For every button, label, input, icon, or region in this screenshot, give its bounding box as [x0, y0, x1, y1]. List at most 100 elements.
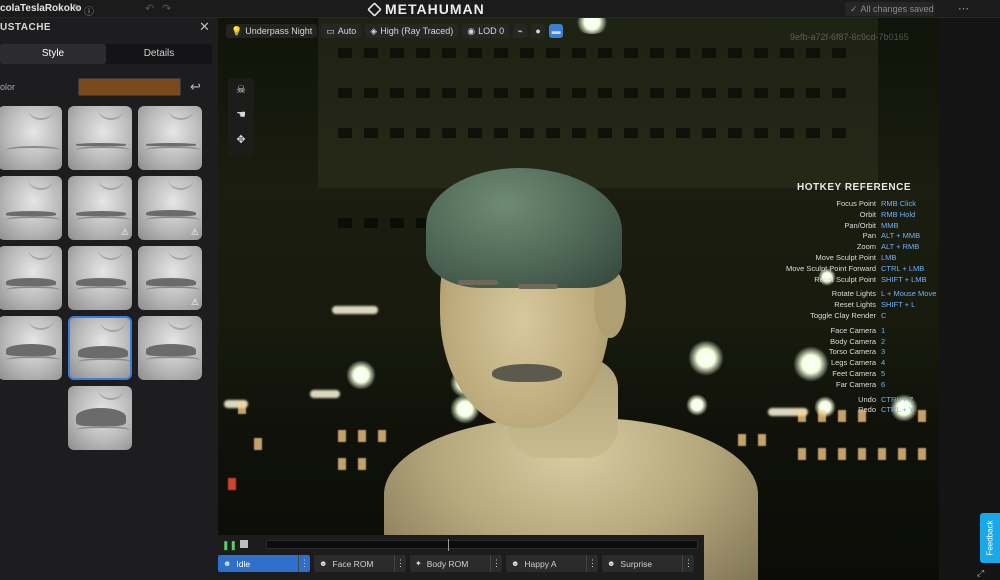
red-light — [228, 478, 236, 490]
quality-dropdown[interactable]: ◈ High (Ray Traced) — [365, 24, 459, 38]
info-icon[interactable]: ⓘ — [84, 3, 94, 18]
hotkey-key: 4 — [881, 358, 886, 368]
thumbnail-lip — [76, 146, 130, 154]
thumbnail-mustache — [146, 143, 196, 146]
hotkey-key: CTRL + Z — [881, 394, 914, 404]
animation-button[interactable]: ☻ Face ROM ⋮ — [314, 555, 406, 572]
tab-style[interactable]: Style — [0, 44, 106, 64]
mustache-style-thumbnail[interactable]: ⚠ — [138, 246, 202, 310]
hotkey-action: Far Camera — [835, 379, 876, 389]
timeline-scrubber[interactable] — [266, 539, 698, 551]
mustache-style-thumbnail[interactable] — [0, 316, 62, 380]
animation-button[interactable]: ✦ Body ROM ⋮ — [410, 555, 502, 572]
metahuman-logo: METAHUMAN — [367, 1, 485, 17]
hotkey-key: LMB — [881, 252, 897, 262]
mustache-style-thumbnail[interactable] — [68, 386, 132, 450]
lighting-dropdown[interactable]: 💡 Underpass Night — [226, 24, 318, 38]
window-light — [838, 448, 846, 460]
animation-button[interactable]: ☻ Idle ⋮ — [218, 555, 310, 572]
window-light — [758, 434, 766, 446]
stop-icon[interactable] — [240, 540, 248, 548]
undo-icon[interactable]: ↶ — [145, 2, 154, 15]
hotkey-key: MMB — [881, 220, 899, 230]
more-options-icon[interactable]: ⋮ — [490, 555, 502, 572]
face-icon: ☻ — [511, 559, 520, 568]
color-row: olor ↩ — [0, 78, 212, 96]
mustache-style-thumbnail[interactable]: ⚠ — [138, 176, 202, 240]
warning-icon: ⚠ — [190, 297, 199, 307]
screen-toggle-button[interactable]: ▬ — [549, 24, 564, 38]
sphere-button[interactable]: ● — [531, 24, 546, 38]
more-options-icon[interactable]: ⋮ — [586, 555, 598, 572]
lod-dropdown[interactable]: ◉ LOD 0 — [462, 24, 510, 38]
more-options-icon[interactable]: ⋮ — [298, 555, 310, 572]
sphere-icon: ● — [535, 26, 541, 36]
more-options-icon[interactable]: ⋮ — [682, 555, 694, 572]
reset-icon[interactable]: ↩ — [190, 79, 201, 95]
hand-icon[interactable]: ☚ — [228, 103, 254, 128]
hotkey-key: 6 — [881, 379, 886, 389]
lighting-label: Underpass Night — [245, 26, 313, 36]
panel-header: USTACHE ✕ — [0, 18, 218, 38]
move-icon[interactable]: ✥ — [228, 128, 254, 153]
character-mustache — [492, 364, 562, 382]
window-light — [898, 448, 906, 460]
edit-icon[interactable]: ✎ — [72, 3, 80, 14]
thumbnail-mustache — [6, 278, 56, 286]
window-light — [238, 402, 246, 414]
more-icon[interactable]: ⋯ — [958, 2, 969, 15]
animation-button[interactable]: ☻ Happy A ⋮ — [506, 555, 598, 572]
mustache-style-thumbnail[interactable]: ⚠ — [68, 176, 132, 240]
pause-icon[interactable]: ❚❚ — [222, 540, 237, 551]
mustache-style-thumbnail[interactable] — [68, 316, 132, 380]
close-icon[interactable]: ✕ — [199, 19, 210, 35]
thumbnail-mustache — [78, 346, 128, 358]
animation-button[interactable]: ☻ Surprise ⋮ — [602, 555, 694, 572]
mustache-style-thumbnail[interactable] — [68, 106, 132, 170]
window-light — [358, 430, 366, 442]
window-light — [738, 434, 746, 446]
body-icon: ✦ — [415, 559, 422, 568]
hotkey-action: Rotate Lights — [831, 289, 876, 299]
hotkey-row: Undo CTRL + Z — [760, 395, 938, 406]
playhead[interactable] — [447, 539, 449, 551]
expand-icon[interactable]: ⤢ — [977, 568, 984, 579]
hotkey-action: Torso Camera — [828, 347, 876, 357]
thumbnail-lip — [76, 216, 130, 224]
skull-icon[interactable]: ☠ — [228, 78, 254, 103]
warning-icon: ⚠ — [190, 227, 199, 237]
mustache-style-thumbnail[interactable] — [0, 176, 62, 240]
mustache-style-thumbnail[interactable] — [0, 246, 62, 310]
thumbnail-mustache — [76, 143, 126, 146]
thumbnail-lip — [76, 426, 130, 434]
ruler-button[interactable]: ⌁ — [513, 24, 528, 38]
tab-details[interactable]: Details — [106, 44, 212, 64]
thumbnail-nose — [98, 386, 124, 400]
thumbnail-lip — [78, 358, 130, 366]
hotkey-key: L + Mouse Move — [881, 289, 937, 299]
hotkey-key: ALT + RMB — [881, 242, 920, 252]
hotkey-row: Rotate Lights L + Mouse Move — [760, 289, 938, 300]
thumbnail-nose — [100, 318, 126, 332]
mustache-style-thumbnail[interactable] — [138, 316, 202, 380]
redo-icon[interactable]: ↷ — [162, 2, 171, 15]
animation-list: ☻ Idle ⋮ ☻ Face ROM ⋮ ✦ Body ROM ⋮ ☻ Happy A ⋮ ☻ Surp… — [218, 555, 694, 572]
saved-status-badge: ✓ All changes saved — [845, 2, 935, 16]
more-options-icon[interactable]: ⋮ — [394, 555, 406, 572]
feedback-button[interactable]: Feedback — [980, 513, 1000, 563]
window-light — [338, 430, 346, 442]
thumbnail-nose — [168, 316, 194, 330]
thumbnail-mustache — [6, 344, 56, 356]
face-icon: ☻ — [223, 559, 232, 568]
window-light — [254, 438, 262, 450]
hotkey-action: Pan/Orbit — [844, 220, 876, 230]
mustache-style-thumbnail[interactable] — [0, 106, 62, 170]
mustache-style-thumbnail[interactable] — [138, 106, 202, 170]
hotkey-key: 1 — [881, 325, 886, 335]
thumbnail-nose — [98, 246, 124, 260]
thumbnail-nose — [28, 316, 54, 330]
hotkey-row: Reset Lights SHIFT + L — [760, 300, 938, 311]
mustache-style-thumbnail[interactable] — [68, 246, 132, 310]
color-swatch[interactable] — [78, 78, 181, 96]
camera-dropdown[interactable]: ▭ Auto — [321, 24, 362, 38]
